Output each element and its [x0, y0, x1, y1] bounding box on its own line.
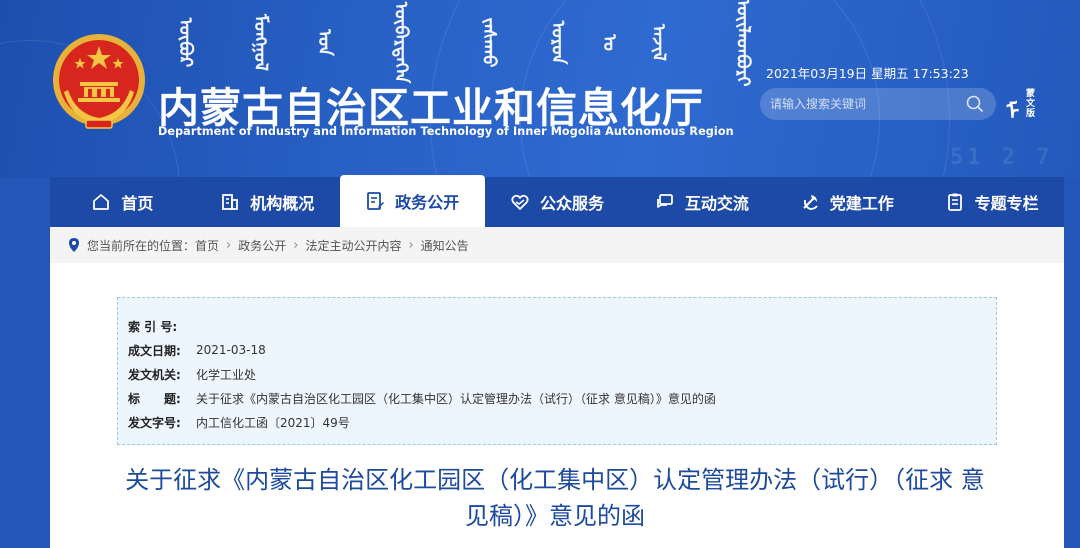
mongolian-word: ᠦᠢᠯᠡᠳᠪᠦᠷᠢ — [732, 0, 754, 87]
search-input[interactable] — [760, 97, 950, 111]
main-content: 您当前所在的位置： 首页 › 政务公开 › 法定主动公开内容 › 通知公告 索 … — [50, 227, 1064, 548]
metadata-label: 发文机关: — [128, 367, 181, 382]
mongolian-script-title: ᠥᠪᠦᠷ ᠮᠣᠩᠭᠣᠯ ᠤᠨ ᠥᠪᠡᠷᠲᠡᠭᠡᠨ ᠵᠠᠰᠠᠬᠤ ᠣᠷᠤᠨ ᠤ ᠠ… — [165, 0, 754, 87]
nav-item-label: 政务公开 — [395, 193, 460, 212]
clipboard-icon — [947, 193, 962, 211]
nav-item-public-services[interactable]: 公众服务 — [485, 177, 630, 227]
mongolian-word: ᠣᠷᠤᠨ — [547, 20, 569, 65]
mongolian-word: ᠥᠪᠡᠷᠲᠡᠭᠡᠨ — [390, 1, 412, 84]
nav-item-about[interactable]: 机构概况 — [195, 177, 340, 227]
nav-item-party-building[interactable]: 党建工作 — [774, 177, 919, 227]
nav-item-label: 机构概况 — [250, 194, 315, 213]
nav-item-special-topics[interactable]: 专题专栏 — [919, 177, 1064, 227]
document-title-line: 关于征求《内蒙古自治区化工园区（化工集中区）认定管理办法（试行）（征求 意 — [125, 466, 985, 494]
metadata-label: 发文字号: — [128, 415, 181, 430]
chevron-right-icon: › — [226, 237, 232, 253]
mongolian-word: ᠮᠣᠩᠭᠣᠯ — [250, 14, 272, 71]
metadata-row-date: 成文日期: 2021-03-18 — [128, 338, 996, 362]
location-pin-icon — [69, 238, 79, 252]
metadata-label: 索 引 号: — [128, 319, 178, 334]
chevron-right-icon: › — [408, 237, 414, 253]
document-edit-icon — [367, 192, 385, 210]
mongolian-word: ᠠᠵᠢᠯ — [648, 23, 670, 62]
document-title: 关于征求《内蒙古自治区化工园区（化工集中区）认定管理办法（试行）（征求 意 见稿… — [80, 462, 1030, 534]
metadata-row-title: 标 题: 关于征求《内蒙古自治区化工园区（化工集中区）认定管理办法（试行）（征求… — [128, 386, 996, 410]
site-subtitle: Department of Industry and Information T… — [158, 125, 734, 138]
metadata-label: 标 题: — [128, 391, 181, 406]
nav-item-label: 党建工作 — [829, 194, 894, 213]
mongolian-word: ᠤᠨ — [314, 29, 336, 56]
national-emblem-icon — [53, 34, 145, 129]
mongolian-version-label: 蒙文版 — [1026, 89, 1036, 119]
site-header: 51 2 7 ᠥᠪᠦᠷ ᠮᠣᠩᠭᠣᠯ ᠤᠨ ᠥᠪᠡᠷᠲᠡᠭᠡᠨ ᠵᠠᠰᠠᠬᠤ ᠣ… — [0, 0, 1080, 178]
mongolian-glyph-icon: ᠮ — [1006, 100, 1020, 125]
nav-item-home[interactable]: 首页 — [50, 177, 195, 227]
metadata-value: 化学工业处 — [196, 367, 257, 382]
home-icon — [93, 194, 110, 210]
document-metadata-box: 索 引 号: 成文日期: 2021-03-18 发文机关: 化学工业处 标 题:… — [117, 297, 997, 445]
document-title-line: 见稿）》意见的函 — [465, 502, 645, 530]
metadata-row-document-number: 发文字号: 内工信化工函〔2021〕49号 — [128, 410, 996, 434]
chat-icon — [656, 194, 673, 208]
breadcrumb-link-government-affairs[interactable]: 政务公开 — [238, 237, 286, 254]
nav-item-government-affairs[interactable]: 政务公开 — [339, 175, 485, 227]
metadata-value: 2021-03-18 — [196, 343, 266, 357]
nav-item-label: 互动交流 — [684, 194, 749, 213]
party-emblem-icon — [803, 195, 818, 210]
metadata-value: 关于征求《内蒙古自治区化工园区（化工集中区）认定管理办法（试行）（征求 意见稿）… — [196, 391, 716, 406]
header-decoration-digits: 51 2 7 — [950, 145, 1054, 170]
nav-item-label: 首页 — [121, 194, 154, 213]
heart-hands-icon — [511, 194, 529, 210]
metadata-row-index: 索 引 号: — [128, 314, 996, 338]
breadcrumb-link-home[interactable]: 首页 — [195, 237, 219, 254]
metadata-label: 成文日期: — [128, 343, 181, 358]
current-datetime: 2021年03月19日 星期五 17:53:23 — [766, 66, 969, 81]
mongolian-word: ᠵᠠᠰᠠᠬᠤ — [478, 17, 500, 68]
main-nav: 首页 机构概况 政务公开 公众服务 互动交流 党建工作 专题专栏 — [50, 175, 1064, 227]
mongolian-version-link[interactable]: ᠮ 蒙文版 — [1004, 86, 1040, 125]
mongolian-word: ᠤ — [599, 34, 621, 51]
nav-item-interaction[interactable]: 互动交流 — [629, 177, 774, 227]
metadata-value: 内工信化工函〔2021〕49号 — [196, 415, 350, 430]
chevron-right-icon: › — [293, 237, 299, 253]
nav-item-label: 专题专栏 — [974, 194, 1039, 213]
breadcrumb-prefix: 您当前所在的位置： — [87, 238, 196, 253]
search-box — [760, 88, 996, 120]
breadcrumb: 您当前所在的位置： 首页 › 政务公开 › 法定主动公开内容 › 通知公告 — [50, 227, 1064, 263]
building-icon — [222, 194, 239, 210]
nav-item-label: 公众服务 — [540, 194, 605, 213]
search-icon[interactable] — [966, 95, 984, 113]
breadcrumb-link-notices[interactable]: 通知公告 — [421, 237, 469, 254]
breadcrumb-link-statutory-disclosure[interactable]: 法定主动公开内容 — [305, 237, 401, 254]
metadata-row-issuer: 发文机关: 化学工业处 — [128, 362, 996, 386]
mongolian-word: ᠥᠪᠦᠷ — [175, 17, 197, 68]
